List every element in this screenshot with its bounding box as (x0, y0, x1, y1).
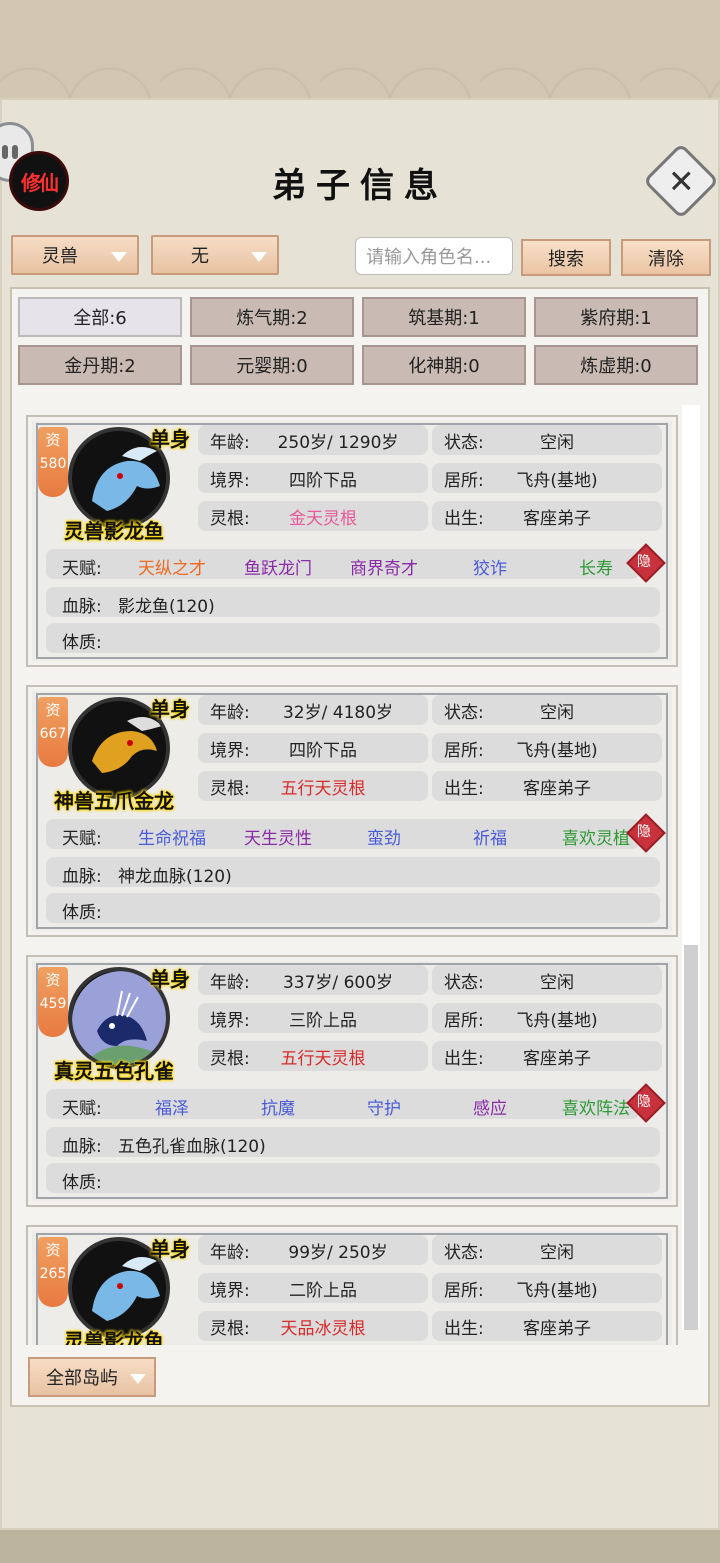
talent-tag[interactable]: 生命祝福 (122, 824, 222, 849)
chevron-down-icon (130, 1374, 146, 1384)
filter-tab[interactable]: 筑基期:1 (362, 297, 526, 337)
age-field: 年龄: 337岁/ 600岁 (198, 965, 428, 995)
state-field: 状态: 空闲 (432, 695, 662, 725)
realm-field: 境界: 三阶上品 (198, 1003, 428, 1033)
talents-row: 天赋: 生命祝福 天生灵性 蛮劲 祈福 喜欢灵植 (46, 819, 640, 849)
birth-field: 出生: 客座弟子 (432, 1311, 662, 1341)
talents-row: 天赋: 福泽 抗魔 守护 感应 喜欢阵法 (46, 1089, 640, 1119)
aptitude-badge: 资 459 (38, 967, 68, 1037)
talent-tag[interactable]: 狡诈 (440, 554, 540, 579)
talent-tag[interactable]: 鱼跃龙门 (228, 554, 328, 579)
pet-name: 神兽五爪金龙 (54, 789, 174, 813)
talent-tag[interactable]: 商界奇才 (334, 554, 434, 579)
top-decoration (0, 0, 720, 100)
talent-tag[interactable]: 蛮劲 (334, 824, 434, 849)
single-status-label: 单身 (150, 1237, 190, 1261)
sub-type-select[interactable]: 无 (151, 235, 279, 275)
card-list[interactable]: 资 580 单身 灵兽影龙鱼 年龄: 250岁/ 1290岁 状态: 空闲 境界: 四阶下品 居所:… (22, 405, 682, 1345)
state-field: 状态: 空闲 (432, 425, 662, 455)
aptitude-badge: 资 265 (38, 1237, 68, 1307)
talent-tag[interactable]: 抗魔 (228, 1094, 328, 1119)
residence-field: 居所: 飞舟(基地) (432, 1003, 662, 1033)
bloodline-row: 血脉: 五色孔雀血脉(120) (46, 1127, 660, 1157)
disciple-card[interactable]: 资 459 单身真灵五色孔雀 年龄: 337岁/ 600岁 状态: 空闲 境界: 三阶上品 居所:… (26, 955, 678, 1207)
page-title: 弟子信息 (272, 166, 448, 206)
pet-name: 灵兽影龙鱼 (64, 519, 164, 543)
close-icon: ✕ (667, 162, 695, 200)
pet-name: 灵兽影龙鱼 (64, 1329, 164, 1345)
search-button[interactable]: 搜索 (521, 239, 611, 276)
single-status-label: 单身 (150, 427, 190, 451)
talent-tag[interactable]: 天生灵性 (228, 824, 328, 849)
single-status-label: 单身 (150, 967, 190, 991)
bottom-decoration (0, 1530, 720, 1563)
aptitude-badge: 资 667 (38, 697, 68, 767)
filter-tab[interactable]: 金丹期:2 (18, 345, 182, 385)
root-field: 灵根: 五行天灵根 (198, 1041, 428, 1071)
bloodline-row: 血脉: 影龙鱼(120) (46, 587, 660, 617)
chevron-down-icon (111, 252, 127, 262)
physique-row: 体质: (46, 893, 660, 923)
scrollbar-thumb[interactable] (684, 945, 698, 1330)
birth-field: 出生: 客座弟子 (432, 771, 662, 801)
realm-field: 境界: 二阶上品 (198, 1273, 428, 1303)
realm-field: 境界: 四阶下品 (198, 463, 428, 493)
root-field: 灵根: 金天灵根 (198, 501, 428, 531)
island-select[interactable]: 全部岛屿 (28, 1357, 156, 1397)
state-field: 状态: 空闲 (432, 965, 662, 995)
residence-field: 居所: 飞舟(基地) (432, 463, 662, 493)
residence-field: 居所: 飞舟(基地) (432, 733, 662, 763)
root-field: 灵根: 五行天灵根 (198, 771, 428, 801)
aptitude-badge: 资 580 (38, 427, 68, 497)
birth-field: 出生: 客座弟子 (432, 501, 662, 531)
clear-button[interactable]: 清除 (621, 239, 711, 276)
talent-tag[interactable]: 天纵之才 (122, 554, 222, 579)
realm-field: 境界: 四阶下品 (198, 733, 428, 763)
pet-name: 真灵五色孔雀 (54, 1059, 174, 1083)
disciple-card[interactable]: 资 667 单身神兽五爪金龙 年龄: 32岁/ 4180岁 状态: 空闲 境界: 四阶下品 居所:… (26, 685, 678, 937)
type-select[interactable]: 灵兽 (11, 235, 139, 275)
birth-field: 出生: 客座弟子 (432, 1041, 662, 1071)
talent-tag[interactable]: 感应 (440, 1094, 540, 1119)
filter-tab[interactable]: 紫府期:1 (534, 297, 698, 337)
age-field: 年龄: 250岁/ 1290岁 (198, 425, 428, 455)
age-field: 年龄: 99岁/ 250岁 (198, 1235, 428, 1265)
talents-row: 天赋: 天纵之才 鱼跃龙门 商界奇才 狡诈 长寿 (46, 549, 640, 579)
filter-tab[interactable]: 化神期:0 (362, 345, 526, 385)
root-field: 灵根: 天品冰灵根 (198, 1311, 428, 1341)
filter-tab[interactable]: 元婴期:0 (190, 345, 354, 385)
search-input[interactable]: 请输入角色名... (355, 237, 513, 275)
age-field: 年龄: 32岁/ 4180岁 (198, 695, 428, 725)
chevron-down-icon (251, 252, 267, 262)
filter-tab[interactable]: 全部:6 (18, 297, 182, 337)
residence-field: 居所: 飞舟(基地) (432, 1273, 662, 1303)
filter-tab[interactable]: 炼虚期:0 (534, 345, 698, 385)
filter-tab[interactable]: 炼气期:2 (190, 297, 354, 337)
disciple-card[interactable]: 资 265 单身灵兽影龙鱼 年龄: 99岁/ 250岁 状态: 空闲 境界: 二阶上品 居所: 飞舟… (26, 1225, 678, 1345)
single-status-label: 单身 (150, 697, 190, 721)
physique-row: 体质: (46, 623, 660, 653)
talent-tag[interactable]: 祈福 (440, 824, 540, 849)
talent-tag[interactable]: 福泽 (122, 1094, 222, 1119)
state-field: 状态: 空闲 (432, 1235, 662, 1265)
bloodline-row: 血脉: 神龙血脉(120) (46, 857, 660, 887)
disciple-card[interactable]: 资 580 单身灵兽影龙鱼 年龄: 250岁/ 1290岁 状态: 空闲 境界: 四阶下品 居所:… (26, 415, 678, 667)
physique-row: 体质: (46, 1163, 660, 1193)
talent-tag[interactable]: 守护 (334, 1094, 434, 1119)
